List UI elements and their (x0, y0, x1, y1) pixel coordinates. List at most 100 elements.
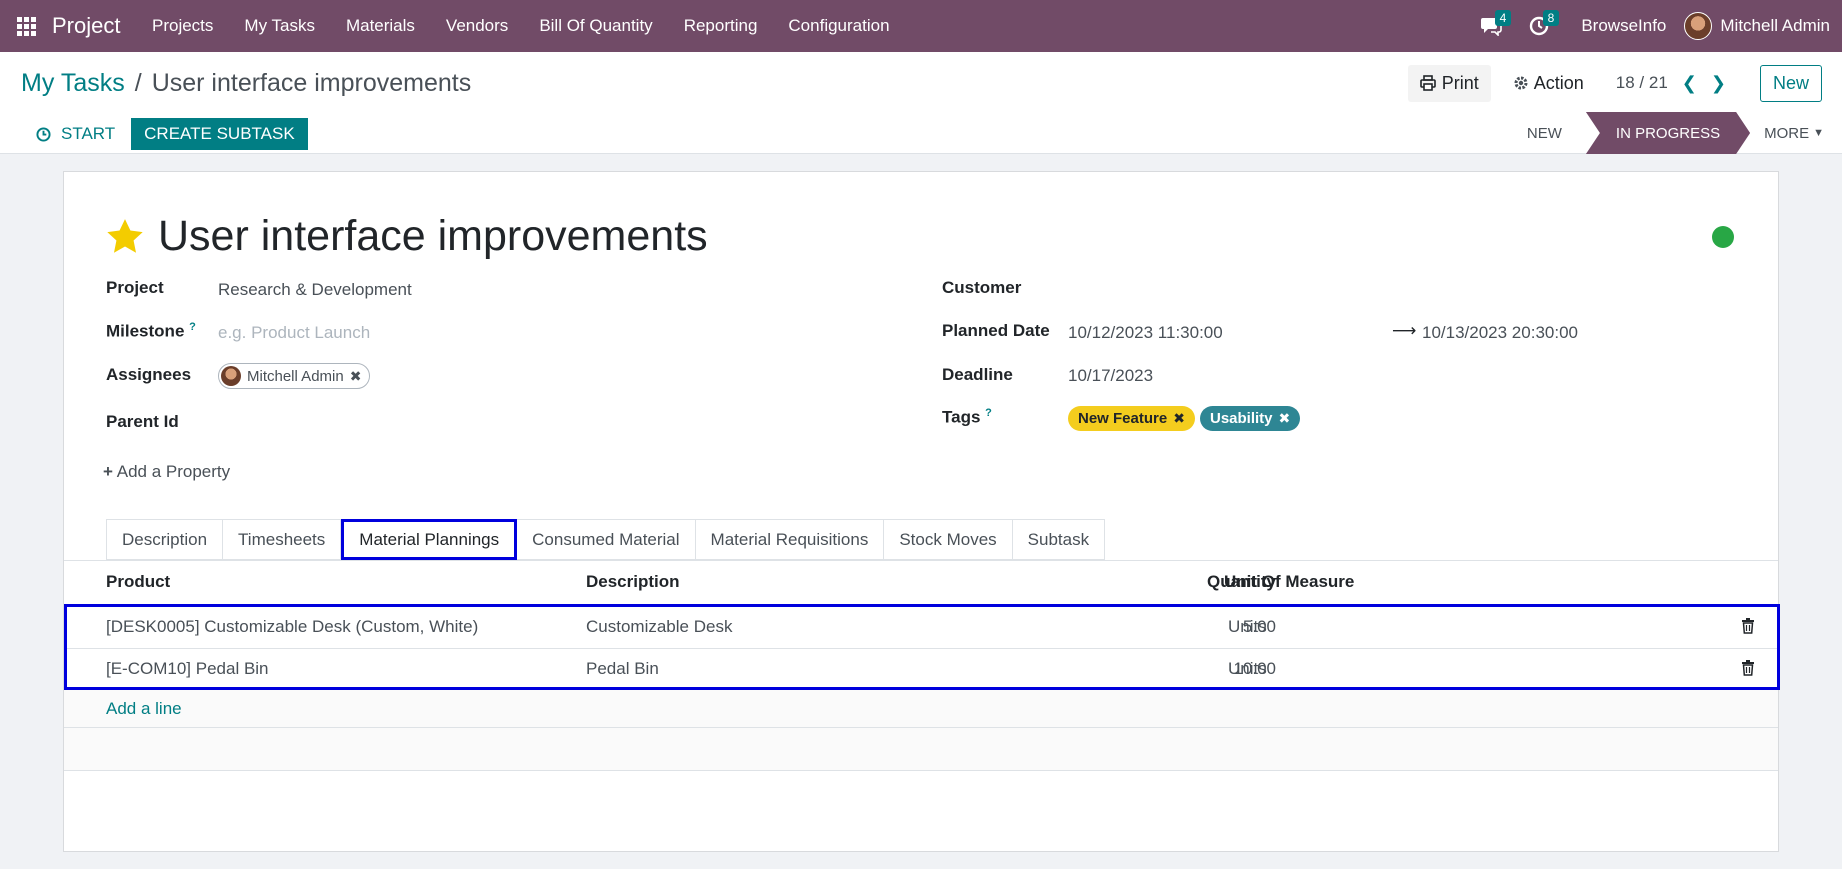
trash-icon[interactable] (1741, 660, 1755, 676)
user-name: Mitchell Admin (1720, 16, 1830, 35)
column-description[interactable]: Description (586, 572, 680, 592)
assignee-name: Mitchell Admin (247, 367, 344, 385)
add-property-button[interactable]: + Add a Property (103, 462, 230, 482)
menu-materials[interactable]: Materials (330, 0, 430, 52)
messages-count-badge: 4 (1494, 10, 1512, 26)
new-button[interactable]: New (1759, 64, 1822, 102)
pager-value[interactable]: 18 / 21 (1616, 73, 1668, 93)
menu-bill-of-quantity[interactable]: Bill Of Quantity (524, 0, 668, 52)
caret-down-icon: ▼ (1813, 127, 1824, 139)
trash-icon[interactable] (1741, 618, 1755, 634)
star-icon[interactable] (104, 216, 146, 258)
tag-new-feature[interactable]: New Feature ✖ (1068, 406, 1195, 431)
project-field[interactable]: Research & Development (218, 280, 412, 300)
activities-button[interactable]: 8 (1519, 0, 1560, 52)
assignees-label: Assignees (106, 365, 192, 384)
stage-new[interactable]: NEW (1503, 112, 1586, 154)
pager-next-icon[interactable]: ❯ (1711, 73, 1726, 94)
tag-label: New Feature (1078, 410, 1168, 427)
tab-material-requisitions[interactable]: Material Requisitions (695, 519, 885, 560)
menu-configuration[interactable]: Configuration (773, 0, 905, 52)
tags-help-icon[interactable]: ? (985, 407, 992, 419)
breadcrumb-separator: / (134, 69, 142, 97)
table-row[interactable]: [DESK0005] Customizable Desk (Custom, Wh… (67, 607, 1777, 649)
deadline-field[interactable]: 10/17/2023 (1068, 366, 1153, 386)
planned-end-field[interactable]: 10/13/2023 20:30:00 (1422, 323, 1578, 343)
kanban-state-indicator[interactable] (1712, 226, 1734, 248)
menu-my-tasks[interactable]: My Tasks (229, 0, 331, 52)
breadcrumb: My Tasks / User interface improvements (21, 69, 471, 98)
user-menu[interactable]: Mitchell Admin (1684, 12, 1842, 40)
tag-label: Usability (1210, 410, 1273, 427)
customer-field[interactable] (1068, 278, 1568, 298)
milestone-help-icon[interactable]: ? (189, 321, 196, 333)
breadcrumb-current: User interface improvements (151, 69, 472, 97)
remove-tag-icon[interactable]: ✖ (1173, 410, 1185, 427)
menu-projects[interactable]: Projects (136, 0, 228, 52)
parent-id-label: Parent Id (106, 412, 179, 431)
row-uom[interactable]: Units (1228, 617, 1267, 637)
tab-stock-moves[interactable]: Stock Moves (884, 519, 1013, 560)
milestone-label-text: Milestone (106, 321, 185, 341)
messages-button[interactable]: 4 (1471, 0, 1512, 52)
planned-date-label: Planned Date (942, 321, 1050, 340)
menu-vendors[interactable]: Vendors (430, 0, 523, 52)
action-label: Action (1533, 72, 1584, 93)
tab-consumed-material[interactable]: Consumed Material (517, 519, 696, 560)
row-description[interactable]: Pedal Bin (586, 659, 659, 679)
project-label: Project (106, 278, 164, 297)
pager-previous-icon[interactable]: ❮ (1682, 73, 1697, 94)
stage-bar: NEW IN PROGRESS MORE ▼ (1503, 112, 1824, 154)
apps-menu-icon[interactable] (0, 0, 52, 52)
material-table-header: Product Description Quantity Unit Of Mea… (64, 561, 1778, 604)
control-panel: My Tasks / User interface improvements P… (0, 52, 1842, 154)
top-navbar: Project Projects My Tasks Materials Vend… (0, 0, 1842, 52)
row-description[interactable]: Customizable Desk (586, 617, 732, 637)
add-property-label: Add a Property (116, 462, 231, 481)
create-subtask-button[interactable]: CREATE SUBTASK (131, 118, 308, 150)
table-row[interactable]: [E-COM10] Pedal Bin Pedal Bin 10.00 Unit… (67, 649, 1777, 690)
assignee-tag[interactable]: Mitchell Admin ✖ (218, 363, 371, 389)
task-title[interactable]: User interface improvements (158, 212, 708, 261)
column-product[interactable]: Product (106, 572, 170, 592)
tab-description[interactable]: Description (106, 519, 224, 560)
activities-count-badge: 8 (1542, 10, 1560, 26)
milestone-field[interactable]: e.g. Product Launch (218, 323, 370, 343)
stage-in-progress[interactable]: IN PROGRESS (1586, 112, 1750, 154)
menu-reporting[interactable]: Reporting (668, 0, 773, 52)
remove-tag-icon[interactable]: ✖ (1279, 410, 1291, 427)
notebook-tabs: Description Timesheets Material Planning… (106, 519, 1106, 560)
tag-usability[interactable]: Usability ✖ (1200, 406, 1301, 431)
row-uom[interactable]: Units (1228, 659, 1267, 679)
user-avatar (1684, 12, 1713, 40)
start-button[interactable]: START (24, 118, 127, 150)
arrow-right-icon: ⟶ (1392, 321, 1417, 340)
print-button[interactable]: Print (1407, 64, 1491, 102)
row-divider (64, 727, 1778, 728)
row-product[interactable]: [DESK0005] Customizable Desk (Custom, Wh… (106, 617, 478, 637)
tab-timesheets[interactable]: Timesheets (223, 519, 342, 560)
start-label: START (61, 124, 116, 143)
action-button[interactable]: Action (1501, 65, 1596, 102)
tags-label-text: Tags (942, 407, 981, 427)
stage-more-dropdown[interactable]: MORE ▼ (1750, 112, 1824, 154)
deadline-label: Deadline (942, 365, 1013, 384)
add-line-area (64, 690, 1778, 770)
planned-start-field[interactable]: 10/12/2023 11:30:00 (1068, 323, 1223, 343)
column-unit-of-measure[interactable]: Unit Of Measure (1224, 572, 1354, 592)
table-bottom-border (64, 770, 1778, 771)
customer-label: Customer (942, 278, 1022, 297)
row-product[interactable]: [E-COM10] Pedal Bin (106, 659, 269, 679)
tab-subtask[interactable]: Subtask (1012, 519, 1106, 560)
tab-material-plannings[interactable]: Material Plannings (341, 519, 518, 560)
print-icon (1419, 75, 1436, 91)
remove-assignee-icon[interactable]: ✖ (350, 368, 362, 385)
timer-icon (36, 126, 51, 142)
company-switcher[interactable]: BrowseInfo (1559, 16, 1684, 36)
app-name[interactable]: Project (52, 13, 120, 39)
more-label: MORE (1764, 124, 1810, 142)
breadcrumb-my-tasks[interactable]: My Tasks (21, 69, 125, 98)
tags-label: Tags ? (942, 407, 992, 428)
add-a-line-link[interactable]: Add a line (106, 699, 182, 719)
parent-id-field[interactable] (218, 412, 518, 432)
